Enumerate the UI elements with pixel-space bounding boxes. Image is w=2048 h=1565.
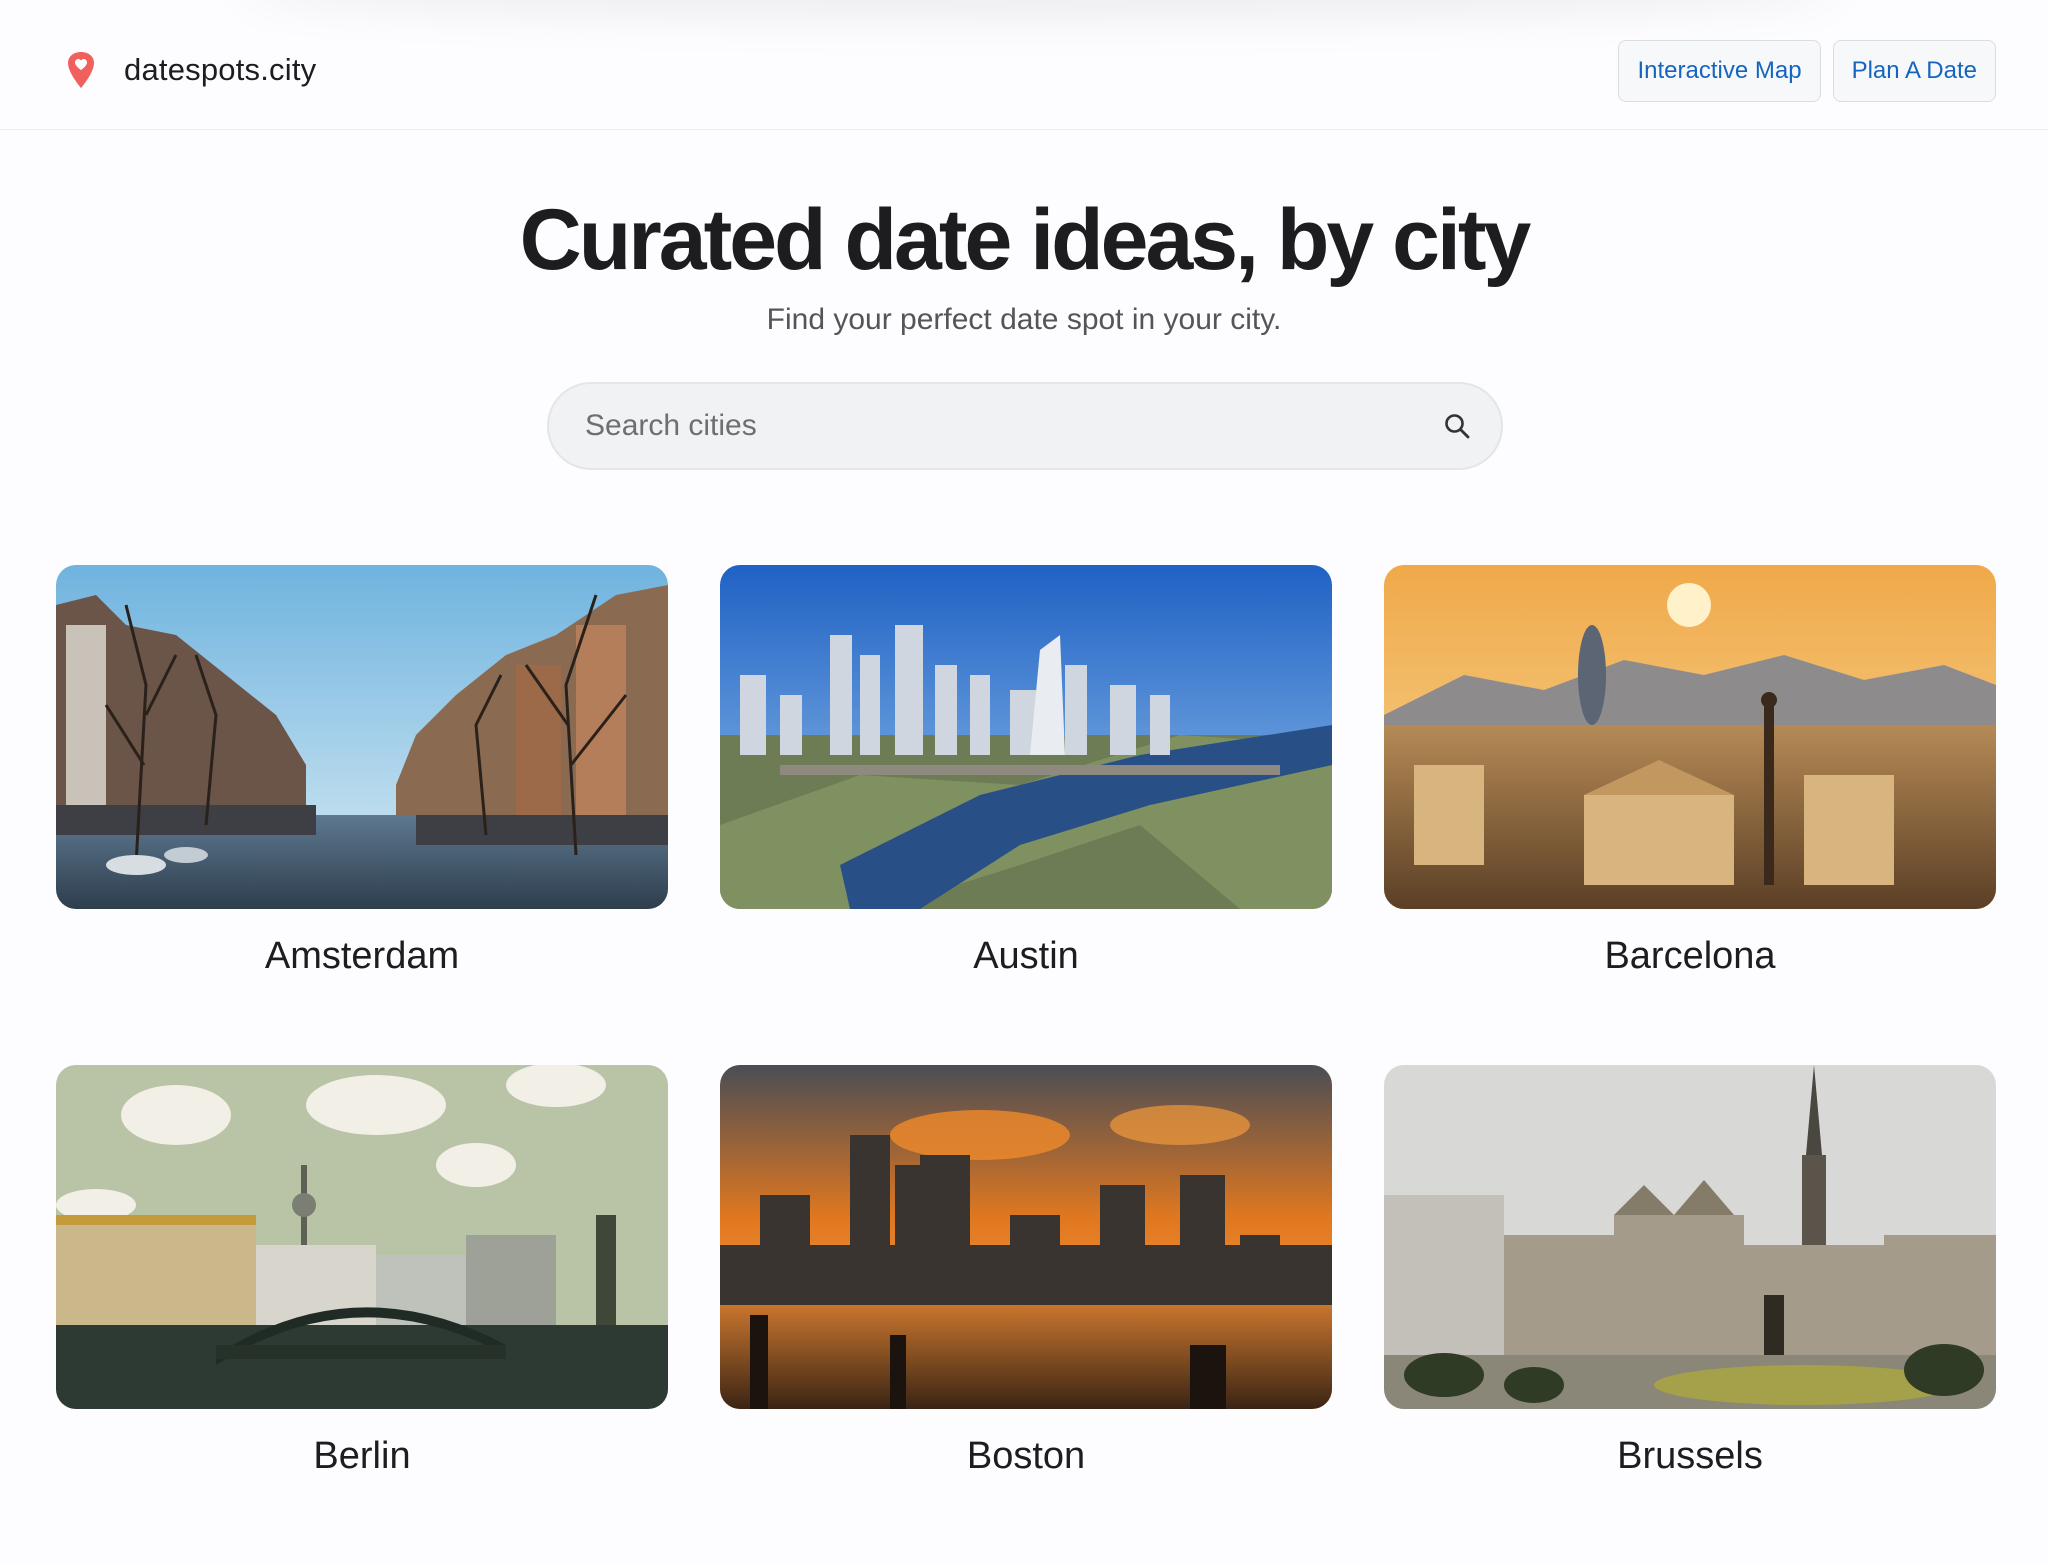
city-photo-amsterdam[interactable] — [56, 565, 668, 909]
city-photo-austin[interactable] — [720, 565, 1332, 909]
page-title: Curated date ideas, by city — [519, 192, 1532, 288]
header-shadow — [240, 0, 1840, 20]
search-icon[interactable] — [1443, 412, 1471, 440]
top-nav-bar: datespots.city Interactive Map Plan A Da… — [0, 0, 2048, 130]
city-grid: Amsterdam Austin Barcelona Berlin Boston… — [56, 565, 1996, 1565]
austin-skyline-image — [720, 565, 1332, 909]
city-photo-brussels[interactable] — [1384, 1065, 1996, 1409]
city-name-barcelona[interactable]: Barcelona — [1384, 935, 1996, 978]
city-photo-berlin[interactable] — [56, 1065, 668, 1409]
city-card-brussels[interactable]: Brussels — [1384, 1065, 1996, 1565]
city-name-brussels[interactable]: Brussels — [1384, 1435, 1996, 1478]
brussels-square-image — [1384, 1065, 1996, 1409]
city-name-amsterdam[interactable]: Amsterdam — [56, 935, 668, 978]
interactive-map-button[interactable]: Interactive Map — [1618, 40, 1821, 102]
plan-a-date-button[interactable]: Plan A Date — [1832, 40, 1996, 102]
header-nav: Interactive Map Plan A Date — [1618, 40, 1996, 102]
search-input[interactable] — [583, 384, 1403, 468]
city-photo-barcelona[interactable] — [1384, 565, 1996, 909]
brand-logo-link[interactable]: datespots.city — [66, 46, 316, 94]
city-name-austin[interactable]: Austin — [720, 935, 1332, 978]
city-photo-boston[interactable] — [720, 1065, 1332, 1409]
barcelona-cityscape-image — [1384, 565, 1996, 909]
city-name-berlin[interactable]: Berlin — [56, 1435, 668, 1478]
page-subtitle: Find your perfect date spot in your city… — [766, 303, 1282, 336]
brand-name: datespots.city — [124, 52, 317, 87]
boston-sunset-image — [720, 1065, 1332, 1409]
city-card-amsterdam[interactable]: Amsterdam — [56, 565, 668, 1065]
city-card-barcelona[interactable]: Barcelona — [1384, 565, 1996, 1065]
city-card-boston[interactable]: Boston — [720, 1065, 1332, 1565]
city-name-boston[interactable]: Boston — [720, 1435, 1332, 1478]
berlin-river-image — [56, 1065, 668, 1409]
heart-pin-icon — [68, 52, 94, 88]
search-bar — [547, 382, 1503, 470]
city-card-berlin[interactable]: Berlin — [56, 1065, 668, 1565]
city-card-austin[interactable]: Austin — [720, 565, 1332, 1065]
amsterdam-canal-image — [56, 565, 668, 909]
